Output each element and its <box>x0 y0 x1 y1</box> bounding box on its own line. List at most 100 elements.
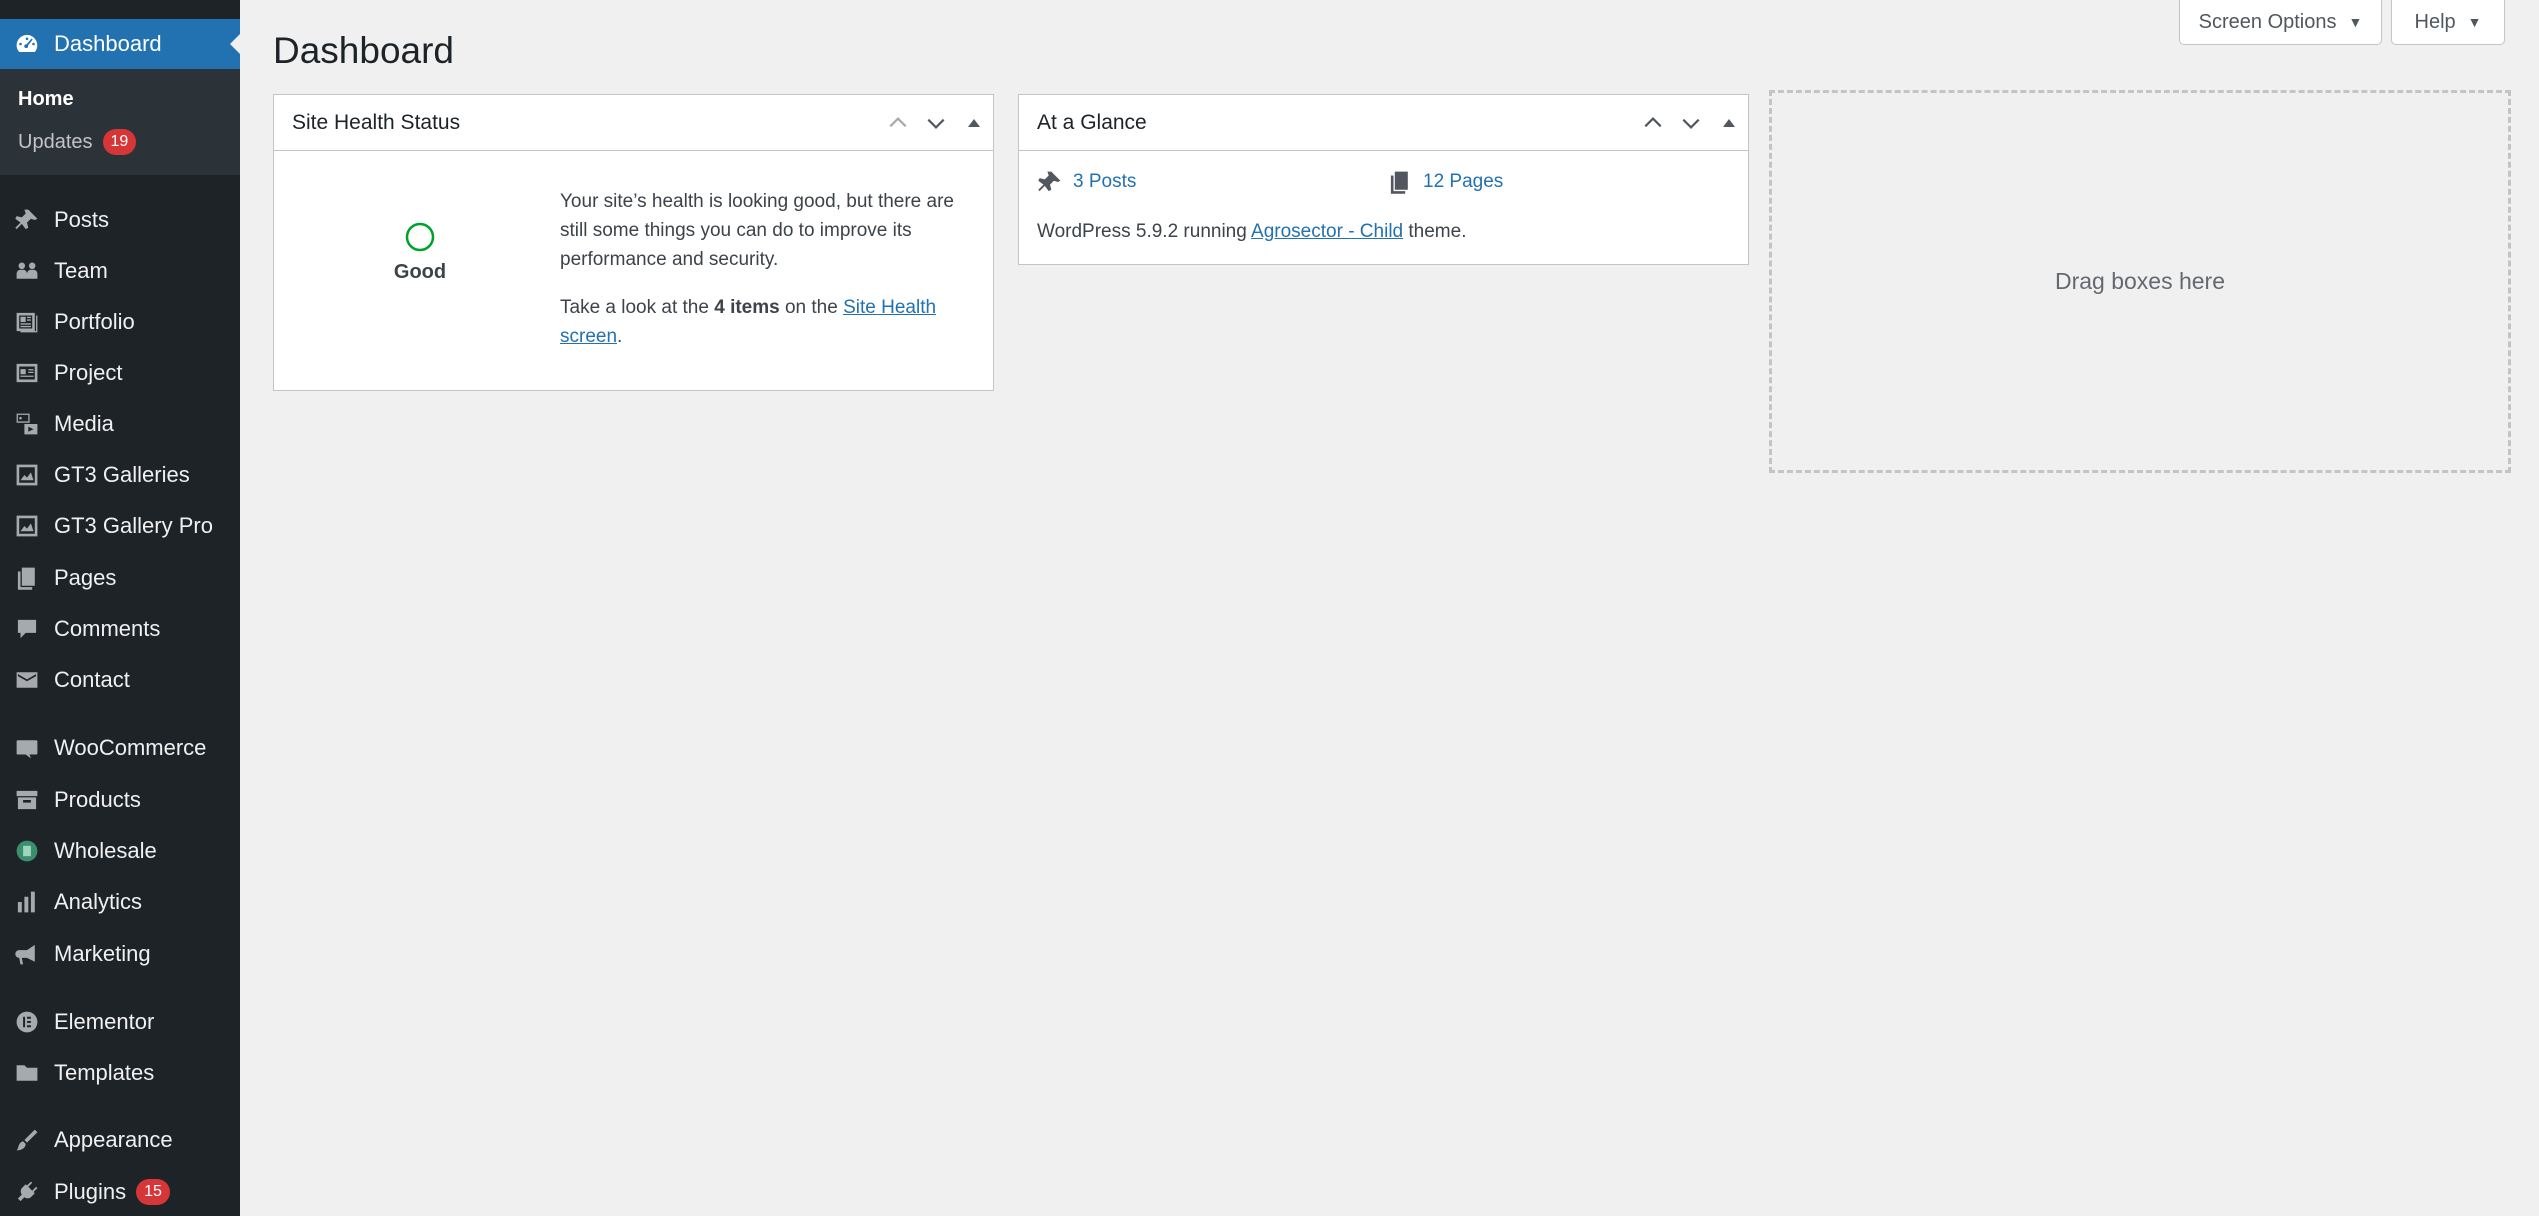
widget-title: At a Glance <box>1037 110 1147 134</box>
sidebar-item-contact[interactable]: Contact <box>0 654 240 705</box>
move-down-button[interactable] <box>917 95 955 151</box>
health-take-look: Take a look at the 4 items on the Site H… <box>560 293 970 351</box>
on-the-text: on the <box>779 297 844 318</box>
sidebar-item-plugins[interactable]: Plugins 15 <box>0 1166 240 1216</box>
move-up-button[interactable] <box>879 95 917 151</box>
sidebar-item-label: Comments <box>54 615 161 641</box>
posts-count-link[interactable]: 3 Posts <box>1073 171 1136 193</box>
pages-icon <box>0 552 54 603</box>
sidebar-item-label: Media <box>54 410 114 436</box>
sidebar-item-label: Portfolio <box>54 308 135 334</box>
health-message: Your site’s health is looking good, but … <box>560 191 954 270</box>
site-health-widget: Site Health Status Good Your site’s heal… <box>273 94 994 391</box>
sidebar-item-appearance[interactable]: Appearance <box>0 1114 240 1165</box>
sidebar-item-label: Plugins <box>54 1178 127 1204</box>
chevron-up-icon <box>889 116 907 127</box>
sidebar-item-label: Project <box>54 359 123 385</box>
team-icon <box>0 245 54 296</box>
folder-icon <box>0 1047 54 1098</box>
wholesale-icon <box>0 825 54 876</box>
sidebar-item-comments[interactable]: Comments <box>0 603 240 654</box>
triangle-up-icon <box>1723 118 1735 127</box>
chevron-down-icon <box>1682 118 1700 129</box>
submenu-item-home[interactable]: Home <box>18 88 74 111</box>
pin-icon <box>1038 171 1061 192</box>
sidebar-item-dashboard[interactable]: Dashboard <box>0 19 240 69</box>
plug-icon <box>0 1166 54 1216</box>
caret-down-icon: ▼ <box>2467 14 2482 30</box>
toggle-panel-button[interactable] <box>955 95 993 151</box>
sidebar-item-label: Templates <box>54 1059 155 1085</box>
project-icon <box>0 347 54 398</box>
submenu-item-label: Home <box>18 88 74 110</box>
gallery-pro-icon <box>0 500 54 551</box>
screen-options-button[interactable]: Screen Options ▼ <box>2179 0 2382 45</box>
submenu-item-updates[interactable]: Updates 19 <box>18 129 137 155</box>
sidebar-item-team[interactable]: Team <box>0 245 240 296</box>
admin-sidebar: Dashboard Home Updates 19 Posts Team Por… <box>0 0 240 1216</box>
sidebar-item-gt3-gallery-pro[interactable]: GT3 Gallery Pro <box>0 500 240 551</box>
drag-boxes-drop-zone[interactable]: Drag boxes here <box>1769 90 2511 473</box>
sidebar-item-portfolio[interactable]: Portfolio <box>0 296 240 347</box>
sidebar-item-label: Pages <box>54 564 117 590</box>
caret-down-icon: ▼ <box>2348 14 2363 30</box>
updates-count-badge: 19 <box>102 129 137 155</box>
sidebar-item-pages[interactable]: Pages <box>0 552 240 603</box>
sidebar-item-label: Contact <box>54 666 130 692</box>
elementor-icon <box>0 996 54 1047</box>
sidebar-item-wholesale[interactable]: Wholesale <box>0 825 240 876</box>
move-up-button[interactable] <box>1634 95 1672 151</box>
sidebar-item-posts[interactable]: Posts <box>0 194 240 245</box>
dashboard-submenu: Home Updates 19 <box>0 69 240 175</box>
sidebar-item-templates[interactable]: Templates <box>0 1047 240 1098</box>
pages-count-link[interactable]: 12 Pages <box>1423 171 1503 193</box>
chevron-down-icon <box>927 118 945 129</box>
help-button[interactable]: Help ▼ <box>2391 0 2505 45</box>
help-label: Help <box>2414 10 2456 33</box>
widget-actions <box>1634 95 1748 151</box>
sidebar-item-label: Dashboard <box>54 31 162 56</box>
glance-pages[interactable]: 12 Pages <box>1387 169 1503 195</box>
widget-actions <box>879 95 993 151</box>
gallery-icon <box>0 449 54 500</box>
sidebar-item-products[interactable]: Products <box>0 774 240 825</box>
analytics-icon <box>0 876 54 927</box>
sidebar-item-label: Posts <box>54 206 110 232</box>
sidebar-item-label: Team <box>54 257 108 283</box>
products-icon <box>0 774 54 825</box>
at-a-glance-widget: At a Glance 3 Posts 12 Pages WordPress 5… <box>1018 94 1749 265</box>
site-health-header[interactable]: Site Health Status <box>274 95 993 151</box>
sidebar-item-gt3-galleries[interactable]: GT3 Galleries <box>0 449 240 500</box>
chevron-up-icon <box>1644 116 1662 127</box>
glance-posts[interactable]: 3 Posts <box>1037 169 1136 195</box>
pin-icon <box>0 194 54 245</box>
health-indicator: Good <box>370 221 470 284</box>
woocommerce-icon <box>0 722 54 773</box>
health-status-label: Good <box>393 261 447 283</box>
sidebar-item-elementor[interactable]: Elementor <box>0 996 240 1047</box>
health-description: Your site’s health is looking good, but … <box>560 187 970 351</box>
sidebar-item-project[interactable]: Project <box>0 347 240 398</box>
running-suffix: theme. <box>1403 221 1467 242</box>
drop-zone-label: Drag boxes here <box>2054 268 2226 294</box>
wordpress-version-text: WordPress 5.9.2 running Agrosector - Chi… <box>1037 221 1466 243</box>
sidebar-item-label: WooCommerce <box>54 734 207 760</box>
sidebar-item-label: Analytics <box>54 888 143 914</box>
mail-icon <box>0 654 54 705</box>
sidebar-item-marketing[interactable]: Marketing <box>0 928 240 979</box>
sidebar-item-label: Products <box>54 786 141 812</box>
move-down-button[interactable] <box>1672 95 1710 151</box>
sidebar-item-label: Marketing <box>54 940 151 966</box>
sidebar-item-woocommerce[interactable]: WooCommerce <box>0 722 240 773</box>
page-title: Dashboard <box>273 30 455 71</box>
sidebar-item-media[interactable]: Media <box>0 398 240 449</box>
at-a-glance-header[interactable]: At a Glance <box>1019 95 1748 151</box>
plugins-count-badge: 15 <box>136 1178 170 1205</box>
submenu-item-label: Updates <box>18 130 93 153</box>
sidebar-item-label: Wholesale <box>54 837 157 863</box>
theme-link[interactable]: Agrosector - Child <box>1251 221 1403 242</box>
sidebar-item-label: GT3 Galleries <box>54 461 190 487</box>
items-count: 4 items <box>714 297 780 318</box>
toggle-panel-button[interactable] <box>1710 95 1748 151</box>
sidebar-item-analytics[interactable]: Analytics <box>0 876 240 927</box>
